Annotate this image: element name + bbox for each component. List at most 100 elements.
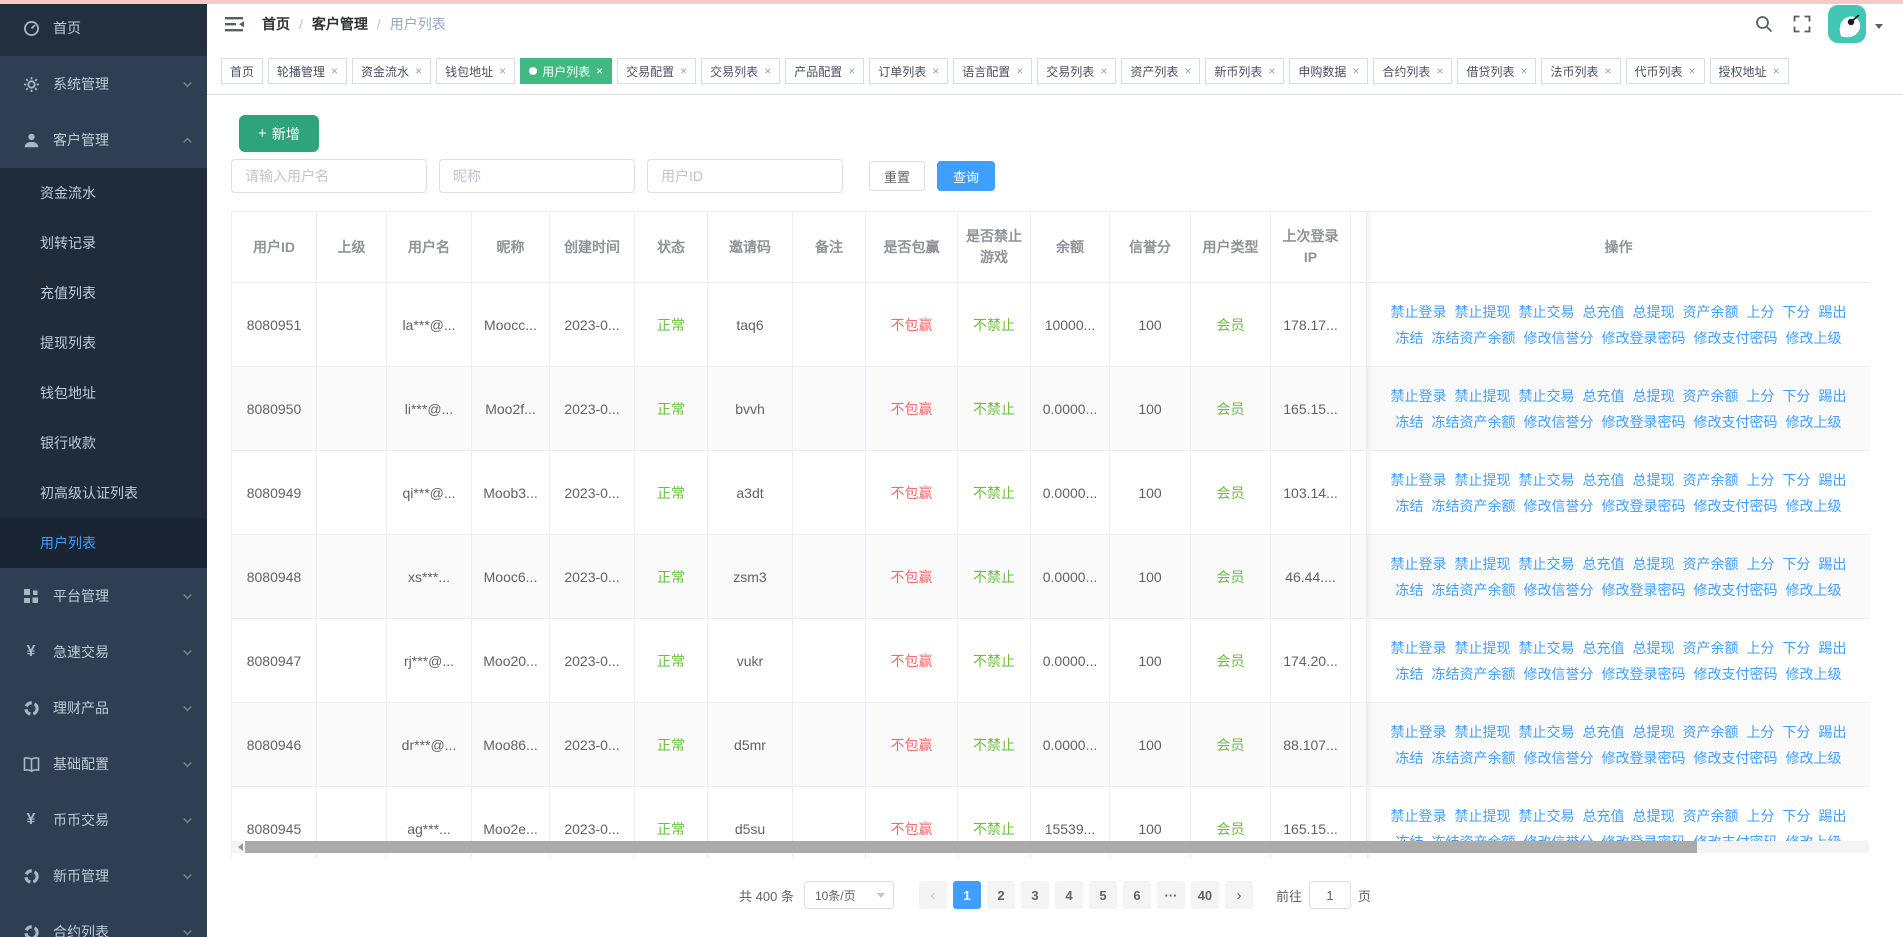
tab-close-icon[interactable]: × (1689, 65, 1696, 77)
op-link[interactable]: 资产余额 (1683, 304, 1739, 320)
op-link[interactable]: 资产余额 (1683, 556, 1739, 572)
tab-close-icon[interactable]: × (499, 65, 506, 77)
op-link[interactable]: 禁止登录 (1391, 724, 1447, 740)
op-link[interactable]: 冻结资产余额 (1432, 582, 1516, 598)
op-link[interactable]: 总提现 (1633, 304, 1675, 320)
tab-trade-list-2[interactable]: 交易列表 × (1037, 58, 1117, 84)
op-link[interactable]: 冻结 (1396, 498, 1424, 514)
goto-page-input[interactable] (1308, 881, 1351, 909)
op-link[interactable]: 禁止登录 (1391, 808, 1447, 824)
op-link[interactable]: 踢出 (1819, 724, 1847, 740)
tab-asset-list[interactable]: 资产列表 × (1121, 58, 1201, 84)
op-link[interactable]: 修改登录密码 (1602, 414, 1686, 430)
pager-ellipsis[interactable]: ··· (1156, 881, 1185, 909)
tab-loan-list[interactable]: 借贷列表 × (1457, 58, 1537, 84)
op-link[interactable]: 禁止登录 (1391, 556, 1447, 572)
tab-user-list[interactable]: 用户列表 × (520, 58, 613, 84)
op-link[interactable]: 禁止交易 (1519, 304, 1575, 320)
op-link[interactable]: 总充值 (1583, 472, 1625, 488)
tab-close-icon[interactable]: × (1605, 65, 1612, 77)
userid-input[interactable] (647, 159, 843, 193)
op-link[interactable]: 下分 (1783, 556, 1811, 572)
op-link[interactable]: 上分 (1747, 472, 1775, 488)
op-link[interactable]: 修改支付密码 (1694, 582, 1778, 598)
op-link[interactable]: 冻结资产余额 (1432, 750, 1516, 766)
op-link[interactable]: 禁止交易 (1519, 556, 1575, 572)
op-link[interactable]: 禁止提现 (1455, 556, 1511, 572)
tab-close-icon[interactable]: × (1184, 65, 1191, 77)
op-link[interactable]: 修改支付密码 (1694, 330, 1778, 346)
op-link[interactable]: 修改信誉分 (1524, 498, 1594, 514)
op-link[interactable]: 踢出 (1819, 472, 1847, 488)
tab-token-list[interactable]: 代币列表 × (1625, 58, 1705, 84)
op-link[interactable]: 总充值 (1583, 388, 1625, 404)
op-link[interactable]: 冻结 (1396, 750, 1424, 766)
op-link[interactable]: 总提现 (1633, 724, 1675, 740)
op-link[interactable]: 修改登录密码 (1602, 330, 1686, 346)
op-link[interactable]: 禁止提现 (1455, 640, 1511, 656)
sidebar-item-wealth-products[interactable]: 理财产品 (0, 680, 207, 736)
tab-auth-address[interactable]: 授权地址 × (1709, 58, 1789, 84)
search-icon[interactable] (1754, 14, 1774, 34)
op-link[interactable]: 上分 (1747, 304, 1775, 320)
tab-close-icon[interactable]: × (1520, 65, 1527, 77)
tab-close-icon[interactable]: × (1352, 65, 1359, 77)
page-button-40[interactable]: 40 (1190, 881, 1219, 909)
tab-home[interactable]: 首页 (221, 58, 264, 84)
page-button-4[interactable]: 4 (1054, 881, 1083, 909)
op-link[interactable]: 修改支付密码 (1694, 414, 1778, 430)
sidebar-item-bank-collection[interactable]: 银行收款 (0, 418, 207, 468)
op-link[interactable]: 禁止提现 (1455, 724, 1511, 740)
op-link[interactable]: 修改支付密码 (1694, 750, 1778, 766)
op-link[interactable]: 踢出 (1819, 808, 1847, 824)
tab-close-icon[interactable]: × (848, 65, 855, 77)
sidebar-item-system-management[interactable]: 系统管理 (0, 56, 207, 112)
sidebar-item-contract-list[interactable]: 合约列表 (0, 904, 207, 937)
tab-close-icon[interactable]: × (932, 65, 939, 77)
scrollbar-thumb[interactable] (245, 841, 1697, 853)
op-link[interactable]: 总提现 (1633, 640, 1675, 656)
op-link[interactable]: 总充值 (1583, 640, 1625, 656)
sidebar-item-fund-flow[interactable]: 资金流水 (0, 168, 207, 218)
breadcrumb-customer-management[interactable]: 客户管理 (312, 14, 368, 34)
op-link[interactable]: 禁止登录 (1391, 304, 1447, 320)
op-link[interactable]: 禁止登录 (1391, 388, 1447, 404)
tab-trade-config[interactable]: 交易配置 × (617, 58, 697, 84)
search-button[interactable]: 查询 (937, 161, 996, 191)
op-link[interactable]: 资产余额 (1683, 724, 1739, 740)
sidebar-item-new-coin-management[interactable]: 新币管理 (0, 848, 207, 904)
sidebar-item-coin-trade[interactable]: ¥ 币币交易 (0, 792, 207, 848)
op-link[interactable]: 修改信誉分 (1524, 750, 1594, 766)
prev-page-button[interactable]: ‹ (918, 881, 947, 909)
nickname-input[interactable] (439, 159, 635, 193)
tab-close-icon[interactable]: × (1100, 65, 1107, 77)
op-link[interactable]: 上分 (1747, 724, 1775, 740)
avatar[interactable] (1828, 5, 1866, 43)
page-button-1[interactable]: 1 (952, 881, 981, 909)
op-link[interactable]: 上分 (1747, 808, 1775, 824)
op-link[interactable]: 修改登录密码 (1602, 582, 1686, 598)
op-link[interactable]: 禁止提现 (1455, 808, 1511, 824)
tab-language-config[interactable]: 语言配置 × (953, 58, 1033, 84)
op-link[interactable]: 踢出 (1819, 388, 1847, 404)
sidebar-item-transfer-records[interactable]: 划转记录 (0, 218, 207, 268)
page-button-3[interactable]: 3 (1020, 881, 1049, 909)
tab-subscribe-data[interactable]: 申购数据 × (1289, 58, 1369, 84)
sidebar-item-base-config[interactable]: 基础配置 (0, 736, 207, 792)
scrollbar-left-arrow-icon[interactable] (234, 843, 243, 851)
sidebar-toggle-icon[interactable] (225, 16, 245, 33)
op-link[interactable]: 禁止登录 (1391, 472, 1447, 488)
op-link[interactable]: 冻结 (1396, 414, 1424, 430)
fullscreen-icon[interactable] (1792, 14, 1812, 34)
tab-fund-flow[interactable]: 资金流水 × (352, 58, 432, 84)
op-link[interactable]: 修改信誉分 (1524, 666, 1594, 682)
tab-fiat-list[interactable]: 法币列表 × (1541, 58, 1621, 84)
op-link[interactable]: 修改支付密码 (1694, 666, 1778, 682)
op-link[interactable]: 禁止交易 (1519, 808, 1575, 824)
tab-close-icon[interactable]: × (680, 65, 687, 77)
breadcrumb-home[interactable]: 首页 (262, 14, 290, 34)
op-link[interactable]: 总充值 (1583, 556, 1625, 572)
op-link[interactable]: 资产余额 (1683, 640, 1739, 656)
tab-close-icon[interactable]: × (764, 65, 771, 77)
op-link[interactable]: 禁止提现 (1455, 472, 1511, 488)
